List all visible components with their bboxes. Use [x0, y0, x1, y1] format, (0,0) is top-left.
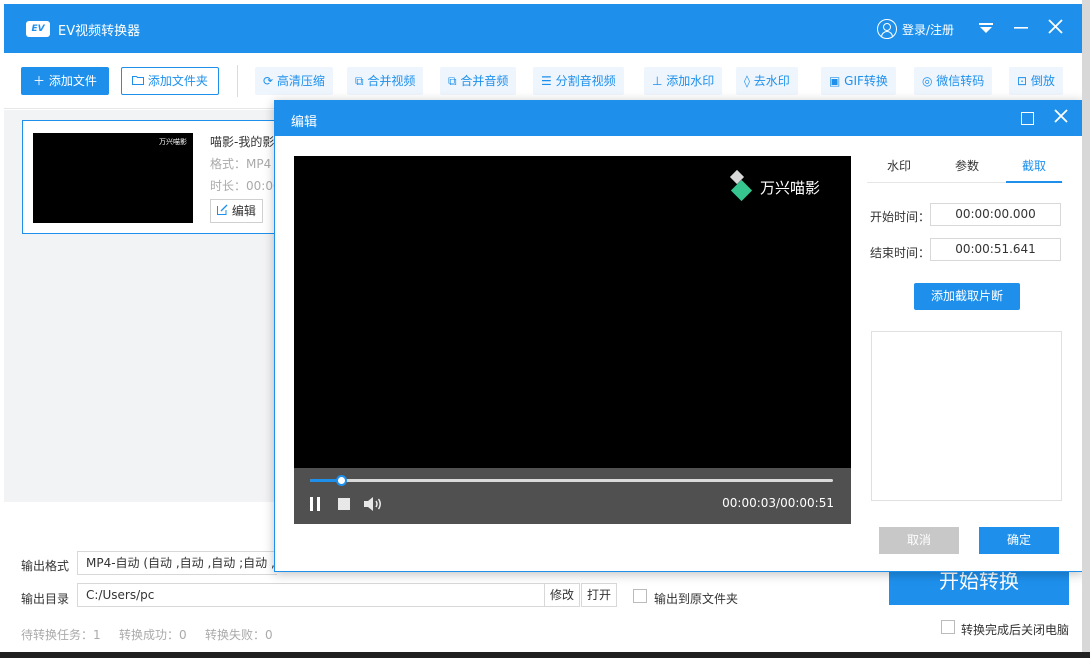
open-dir-button[interactable]: 打开	[581, 583, 618, 607]
brand-logo-icon	[730, 172, 752, 202]
clip-list[interactable]	[871, 331, 1062, 501]
edit-button[interactable]: 编辑	[210, 199, 263, 223]
start-time-label: 开始时间：	[870, 210, 931, 224]
tool-label: 高清压缩	[276, 74, 325, 88]
tool-label: 去水印	[753, 74, 790, 88]
login-label: 登录/注册	[902, 22, 955, 37]
hd-compress-button[interactable]: ⟳ 高清压缩	[255, 67, 333, 95]
file-item[interactable]: 万兴喵影 喵影-我的影 格式：MP4 时长：00:00 编辑	[22, 120, 282, 234]
stamp-icon: ⊥	[652, 74, 667, 88]
background-window-edge	[1082, 0, 1090, 658]
tool-label: 合并音频	[460, 74, 509, 88]
pending-count: 待转换任务：1	[21, 628, 101, 642]
output-dir-field[interactable]: C:/Users/pc	[77, 583, 545, 607]
add-file-button[interactable]: ＋ 添加文件	[21, 67, 109, 95]
title-bar: EV EV视频转换器 登录/注册	[4, 4, 1082, 53]
tab-watermark[interactable]: 水印	[871, 157, 927, 174]
add-file-label: 添加文件	[48, 74, 97, 88]
modify-dir-button[interactable]: 修改	[544, 583, 581, 607]
output-to-source-label: 输出到原文件夹	[654, 592, 739, 606]
reverse-icon: ⊡	[1017, 74, 1031, 88]
stop-icon[interactable]	[338, 498, 350, 510]
shutdown-label: 转换完成后关闭电脑	[961, 623, 1070, 637]
wechat-transcode-button[interactable]: ◎ 微信转码	[914, 67, 993, 95]
edit-label: 编辑	[231, 204, 256, 218]
reverse-button[interactable]: ⊡ 倒放	[1009, 67, 1063, 95]
progress-handle[interactable]	[336, 475, 348, 486]
output-to-source-checkbox[interactable]	[633, 589, 647, 603]
merge-audio-button[interactable]: ⧉ 合并音频	[440, 67, 517, 95]
tool-label: 倒放	[1030, 74, 1055, 88]
wechat-icon: ◎	[922, 74, 937, 88]
edit-dialog: 编辑 万兴喵影 00:00:03/00:00:51 水印 参数 截取 开始时间：…	[274, 100, 1083, 572]
app-logo: EV	[26, 21, 50, 37]
video-player[interactable]: 万兴喵影 00:00:03/00:00:51	[294, 156, 851, 524]
pause-icon[interactable]	[309, 497, 321, 511]
dialog-header: 编辑	[275, 101, 1082, 136]
dialog-tabs: 水印 参数 截取	[867, 153, 1063, 183]
merge-video-button[interactable]: ⧉ 合并视频	[347, 67, 424, 95]
remove-watermark-button[interactable]: ◊ 去水印	[736, 67, 798, 95]
end-time-label: 结束时间：	[870, 246, 931, 260]
brand-name: 万兴喵影	[760, 178, 821, 197]
user-icon	[877, 19, 897, 39]
tab-params[interactable]: 参数	[939, 157, 995, 174]
ok-button[interactable]: 确定	[979, 527, 1059, 554]
add-watermark-button[interactable]: ⊥ 添加水印	[644, 67, 723, 95]
start-time-input[interactable]: 00:00:00.000	[930, 203, 1061, 226]
dialog-title: 编辑	[291, 115, 318, 130]
add-folder-label: 添加文件夹	[147, 74, 208, 88]
volume-icon[interactable]	[363, 496, 383, 512]
gif-icon: ▣	[829, 74, 845, 88]
folder-icon	[132, 74, 148, 88]
playback-time: 00:00:03/00:00:51	[722, 496, 834, 510]
minimize-icon[interactable]	[1009, 17, 1033, 41]
shutdown-checkbox[interactable]	[941, 620, 955, 634]
dialog-close-icon[interactable]	[1050, 106, 1072, 130]
login-button[interactable]: 登录/注册	[877, 18, 954, 40]
copy-icon: ⧉	[448, 74, 461, 88]
end-time-input[interactable]: 00:00:51.641	[930, 238, 1061, 261]
player-controls: 00:00:03/00:00:51	[294, 468, 851, 524]
taskbar-edge	[0, 652, 1090, 658]
tab-trim[interactable]: 截取	[1006, 157, 1062, 174]
close-icon[interactable]	[1043, 17, 1067, 41]
file-format: 格式：MP4	[210, 157, 272, 171]
output-dir-label: 输出目录	[21, 592, 70, 606]
edit-icon	[217, 204, 232, 218]
video-watermark: 万兴喵影	[730, 172, 820, 202]
file-name: 喵影-我的影	[210, 135, 275, 149]
menu-dropdown-icon[interactable]	[974, 17, 998, 41]
add-folder-button[interactable]: 添加文件夹	[121, 67, 219, 95]
tool-label: GIF转换	[844, 74, 888, 88]
plus-icon: ＋	[33, 74, 49, 88]
drop-icon: ◊	[744, 74, 754, 88]
success-count: 转换成功：0	[119, 628, 187, 642]
gif-convert-button[interactable]: ▣ GIF转换	[821, 67, 896, 95]
add-clip-button[interactable]: 添加截取片断	[914, 283, 1020, 310]
cancel-button[interactable]: 取消	[879, 527, 959, 554]
tool-label: 微信转码	[936, 74, 985, 88]
copy-icon: ⧉	[355, 74, 368, 88]
progress-slider[interactable]	[310, 475, 833, 486]
video-thumbnail: 万兴喵影	[33, 133, 193, 223]
thumbnail-watermark: 万兴喵影	[159, 138, 187, 146]
split-media-button[interactable]: ☰ 分割音视频	[533, 67, 624, 95]
tool-label: 添加水印	[666, 74, 715, 88]
file-duration: 时长：00:00	[210, 179, 281, 193]
refresh-icon: ⟳	[263, 74, 277, 88]
split-icon: ☰	[541, 74, 556, 88]
tool-label: 合并视频	[367, 74, 416, 88]
failed-count: 转换失败：0	[205, 628, 273, 642]
maximize-icon[interactable]	[1021, 112, 1034, 125]
tool-label: 分割音视频	[555, 74, 616, 88]
output-format-select[interactable]: MP4-自动 (自动 ,自动 ,自动 ;自动 ,	[77, 551, 277, 575]
output-format-label: 输出格式	[21, 559, 70, 573]
app-title: EV视频转换器	[58, 24, 141, 39]
toolbar-divider	[237, 65, 238, 97]
active-tab-indicator	[1006, 181, 1062, 183]
